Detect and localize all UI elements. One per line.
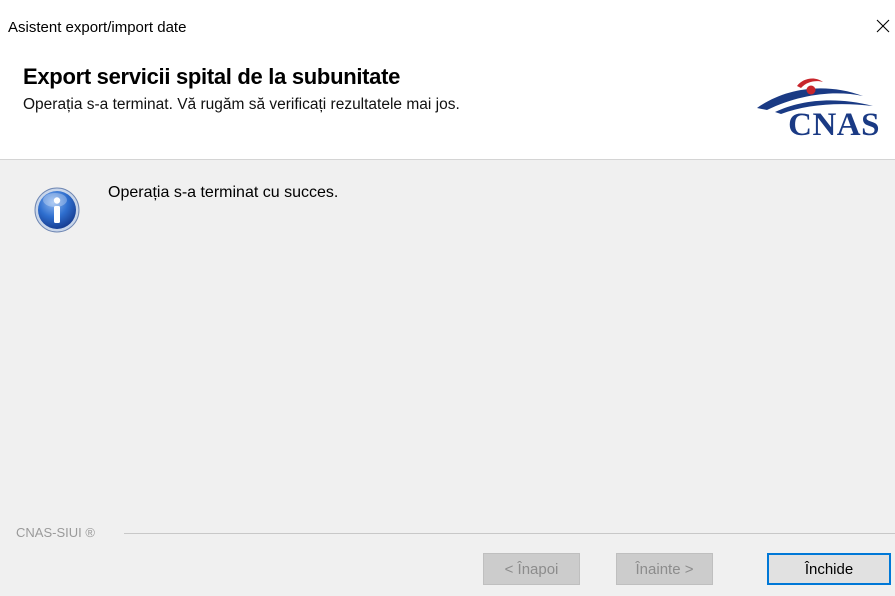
wizard-content: Operația s-a terminat cu succes. CNAS-SI… xyxy=(0,160,895,596)
close-button[interactable]: Închide xyxy=(767,553,891,585)
close-window-button[interactable] xyxy=(871,12,895,40)
page-subtitle: Operația s-a terminat. Vă rugăm să verif… xyxy=(23,96,460,113)
footer-divider xyxy=(124,533,895,534)
footer-brand: CNAS-SIUI ® xyxy=(16,525,95,540)
back-button[interactable]: < Înapoi xyxy=(483,553,580,585)
close-icon xyxy=(876,19,890,33)
title-bar: Asistent export/import date xyxy=(0,0,895,42)
window-title: Asistent export/import date xyxy=(8,19,187,36)
cnas-logo: CNAS xyxy=(745,76,880,142)
next-button[interactable]: Înainte > xyxy=(616,553,713,585)
page-title: Export servicii spital de la subunitate xyxy=(23,64,401,89)
wizard-header: Export servicii spital de la subunitate … xyxy=(0,42,895,160)
logo-text: CNAS xyxy=(788,107,880,143)
info-icon xyxy=(34,187,80,233)
status-message: Operația s-a terminat cu succes. xyxy=(108,184,339,201)
